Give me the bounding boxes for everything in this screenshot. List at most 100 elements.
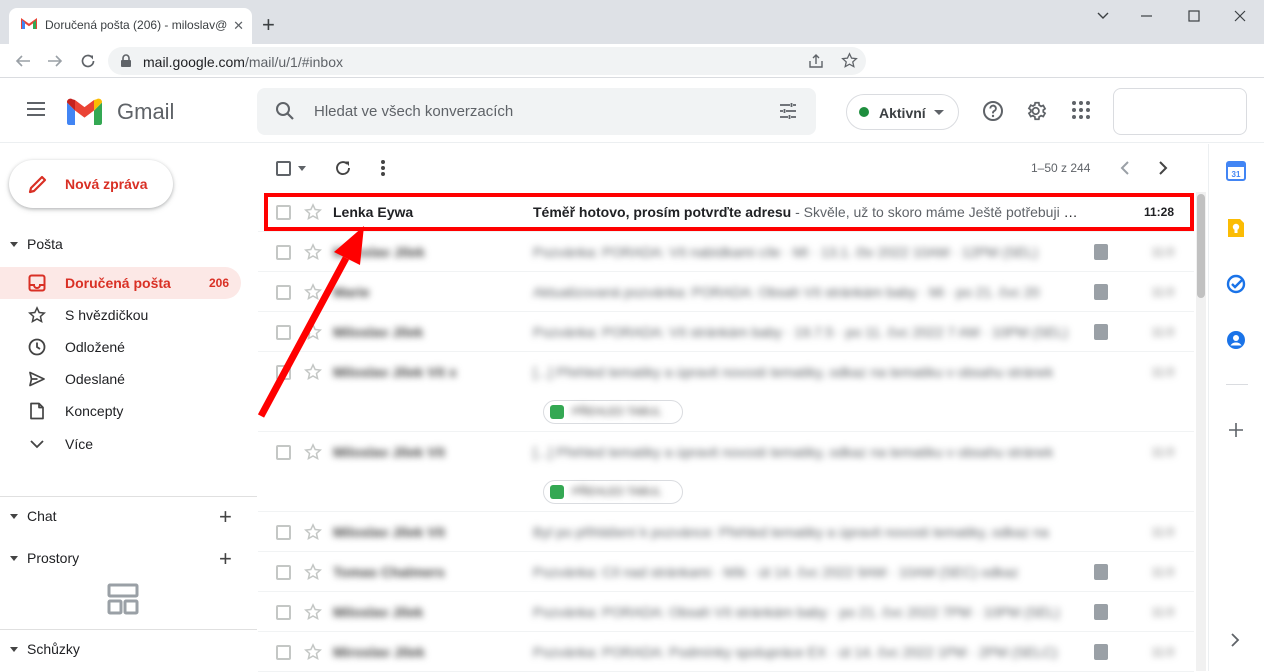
refresh-icon[interactable] [334, 159, 352, 177]
search-options-icon[interactable] [778, 101, 798, 121]
expand-panel-chevron-icon[interactable] [1228, 631, 1242, 649]
row-checkbox[interactable] [276, 285, 291, 300]
omnibox[interactable]: mail.google.com/mail/u/1/#inbox [108, 47, 866, 75]
close-window-icon[interactable] [1220, 6, 1260, 26]
compose-label: Nová zpráva [65, 176, 148, 192]
gmail-logo-icon[interactable] [66, 98, 103, 126]
sidebar-item-sent[interactable]: Odeslané [0, 363, 241, 395]
compose-button[interactable]: Nová zpráva [9, 160, 173, 208]
star-icon[interactable] [304, 323, 322, 341]
mail-list-scrollbar[interactable] [1196, 192, 1206, 671]
star-icon[interactable] [304, 363, 322, 381]
mail-preview: Aktualizovaná pozvánka: PORADA: Obsah Ví… [533, 284, 1040, 300]
row-checkbox[interactable] [276, 325, 291, 340]
sidebar-item-inbox[interactable]: Doručená pošta 206 [0, 267, 241, 299]
share-icon[interactable] [808, 53, 825, 69]
mail-preview: Pozvánka: PORADA: Obsah Vít stránkám bab… [533, 604, 1060, 620]
add-chat-icon[interactable]: + [219, 506, 232, 528]
sidebar-item-label: Odložené [65, 339, 125, 355]
table-row[interactable]: Miloslav Jílek Vít [...] Přehled tematik… [258, 432, 1194, 512]
status-label: Aktivní [879, 105, 926, 121]
star-icon[interactable] [304, 203, 322, 221]
keep-app-icon[interactable] [1226, 217, 1246, 239]
main-menu-icon[interactable] [26, 101, 46, 117]
sidebar-item-snoozed[interactable]: Odložené [0, 331, 241, 363]
meet-section-header[interactable]: Schůzky [10, 641, 80, 657]
chevron-down-icon [28, 435, 46, 453]
mail-section-header[interactable]: Pošta [10, 236, 63, 252]
spaces-section-header[interactable]: Prostory [10, 550, 79, 566]
row-checkbox[interactable] [276, 525, 291, 540]
sidebar-item-label: Odeslané [65, 371, 125, 387]
browser-tab[interactable]: Doručená pošta (206) - miloslav@ ✕ [9, 8, 252, 44]
sidebar-item-starred[interactable]: S hvězdičkou [0, 299, 241, 331]
search-input[interactable]: Hledat ve všech konverzacích [314, 103, 513, 120]
star-icon[interactable] [304, 563, 322, 581]
account-area[interactable] [1113, 88, 1247, 135]
contacts-app-icon[interactable] [1226, 330, 1246, 350]
star-icon[interactable] [304, 243, 322, 261]
reload-icon[interactable] [79, 52, 97, 70]
select-all-checkbox[interactable] [276, 161, 291, 176]
star-icon[interactable] [304, 643, 322, 661]
row-checkbox[interactable] [276, 445, 291, 460]
next-page-icon[interactable] [1154, 159, 1172, 177]
attachment-chip[interactable]: PŘEHLED TABUL [543, 400, 683, 424]
search-bar[interactable]: Hledat ve všech konverzacích [257, 88, 816, 135]
settings-gear-icon[interactable] [1026, 100, 1048, 122]
star-icon[interactable] [304, 283, 322, 301]
add-addon-icon[interactable] [1226, 420, 1246, 440]
scroll-thumb[interactable] [1197, 194, 1205, 298]
sidebar-item-more[interactable]: Více [0, 428, 241, 460]
row-checkbox[interactable] [276, 565, 291, 580]
tasks-app-icon[interactable] [1226, 274, 1246, 294]
unread-count-badge: 206 [208, 276, 229, 290]
bookmark-star-icon[interactable] [841, 52, 858, 69]
lock-icon[interactable] [120, 54, 132, 68]
calendar-app-icon[interactable]: 31 [1226, 161, 1246, 181]
pencil-icon [27, 173, 49, 195]
row-checkbox[interactable] [276, 365, 291, 380]
url-text[interactable]: mail.google.com/mail/u/1/#inbox [143, 54, 343, 70]
tab-search-icon[interactable] [1085, 6, 1125, 26]
add-space-icon[interactable]: + [219, 548, 232, 570]
forward-icon[interactable] [46, 52, 64, 70]
search-icon[interactable] [275, 101, 295, 121]
table-row[interactable]: Miloslav Jílek Vít x [...] Přehled temat… [258, 352, 1194, 432]
table-row[interactable]: Miloslav Jílek Pozvánka: PORADA: Obsah V… [258, 592, 1194, 632]
select-menu-caret-icon[interactable] [298, 166, 306, 171]
minimize-icon[interactable] [1127, 6, 1167, 26]
close-tab-icon[interactable]: ✕ [233, 18, 244, 34]
maximize-icon[interactable] [1174, 6, 1214, 26]
star-icon[interactable] [304, 443, 322, 461]
back-icon[interactable] [14, 52, 32, 70]
apps-grid-icon[interactable] [1071, 100, 1091, 120]
address-bar: mail.google.com/mail/u/1/#inbox [0, 44, 1264, 78]
star-icon[interactable] [304, 523, 322, 541]
mail-sender: Lenka Eywa [333, 204, 414, 220]
chat-section-header[interactable]: Chat [10, 508, 57, 524]
table-row[interactable]: Miroslav Jílek Pozvánka: PORADA: Podmínk… [258, 632, 1194, 672]
new-tab-button[interactable]: + [262, 14, 275, 36]
row-checkbox[interactable] [276, 645, 291, 660]
mail-sender: Miloslav Jílek [333, 324, 424, 340]
more-options-icon[interactable] [375, 158, 391, 178]
row-checkbox[interactable] [276, 205, 291, 220]
sidebar-divider [0, 496, 257, 497]
help-icon[interactable] [982, 100, 1004, 122]
table-row[interactable]: Marie Aktualizovaná pozvánka: PORADA: Ob… [258, 272, 1194, 312]
previous-page-icon[interactable] [1116, 159, 1134, 177]
sidebar-item-drafts[interactable]: Koncepty [0, 395, 241, 427]
table-row[interactable]: Miroslav Jílek Pozvánka: PORADA: Vít nab… [258, 232, 1194, 272]
mail-preview: Pozvánka: PORADA: Podmínky spolupráce EX… [533, 644, 1058, 660]
attachment-chip[interactable]: PŘEHLED TABUL [543, 480, 683, 504]
status-button[interactable]: Aktivní [846, 94, 959, 130]
row-checkbox[interactable] [276, 605, 291, 620]
gmail-wordmark[interactable]: Gmail [117, 99, 174, 125]
star-icon[interactable] [304, 603, 322, 621]
row-checkbox[interactable] [276, 245, 291, 260]
table-row[interactable]: Lenka Eywa Téměř hotovo, prosím potvrďte… [258, 192, 1194, 232]
table-row[interactable]: Tomas Chalmers Pozvánka: Cíl nad stránka… [258, 552, 1194, 592]
table-row[interactable]: Miloslav Jílek Vít Byl po přihlášení k p… [258, 512, 1194, 552]
table-row[interactable]: Miloslav Jílek Pozvánka: PORADA: Vít str… [258, 312, 1194, 352]
